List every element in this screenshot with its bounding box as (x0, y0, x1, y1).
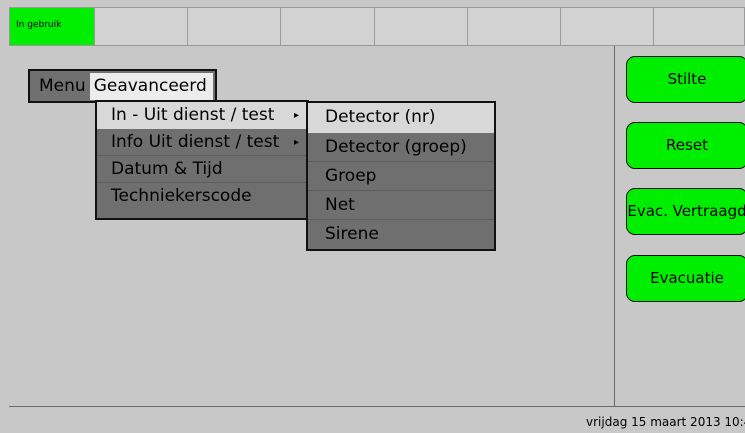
advanced-dropdown: In - Uit dienst / test ▸ Info Uit dienst… (95, 100, 309, 220)
menu-item-label: Info Uit dienst / test (111, 132, 280, 152)
tab-empty-2[interactable] (188, 7, 281, 46)
menu-item-label: Techniekerscode (111, 186, 252, 206)
evac-vertraagd-button[interactable]: Evac. Vertraagd (626, 188, 745, 235)
submenu-item-sirene[interactable]: Sirene (308, 220, 494, 249)
tab-empty-3[interactable] (281, 7, 375, 46)
reset-button[interactable]: Reset (626, 122, 745, 169)
menu-item-label: In - Uit dienst / test (111, 105, 275, 125)
menu-button[interactable]: Menu (30, 76, 90, 96)
tab-bar: In gebruik (9, 7, 745, 46)
submenu-arrow-icon: ▸ (293, 137, 299, 148)
submenu-item-detector-groep[interactable]: Detector (groep) (308, 133, 494, 162)
main-panel: Menu Geavanceerd In - Uit dienst / test … (9, 46, 615, 406)
menu-item-label: Datum & Tijd (111, 159, 223, 179)
datetime-display: vrijdag 15 maart 2013 10:46 (586, 415, 745, 429)
action-panel: Stilte Reset Evac. Vertraagd Evacuatie (615, 46, 745, 406)
menu-bar: Menu Geavanceerd (28, 69, 217, 103)
tab-empty-5[interactable] (468, 7, 561, 46)
menu-item-info-uit-dienst-test[interactable]: Info Uit dienst / test ▸ (97, 129, 307, 156)
submenu-item-groep[interactable]: Groep (308, 162, 494, 191)
menu-item-in-uit-dienst-test[interactable]: In - Uit dienst / test ▸ (97, 102, 307, 129)
tab-empty-6[interactable] (561, 7, 654, 46)
menu-item-geavanceerd[interactable]: Geavanceerd (89, 72, 213, 100)
menu-item-techniekerscode[interactable]: Techniekerscode (97, 183, 307, 210)
submenu-item-detector-nr[interactable]: Detector (nr) (308, 103, 494, 133)
in-uit-dienst-submenu: Detector (nr) Detector (groep) Groep Net… (306, 101, 496, 251)
status-bar: vrijdag 15 maart 2013 10:46 (9, 406, 745, 433)
tab-empty-1[interactable] (95, 7, 188, 46)
evacuatie-button[interactable]: Evacuatie (626, 255, 745, 302)
menu-item-datum-tijd[interactable]: Datum & Tijd (97, 156, 307, 183)
submenu-arrow-icon: ▸ (293, 110, 299, 121)
submenu-item-net[interactable]: Net (308, 191, 494, 220)
tab-in-gebruik[interactable]: In gebruik (9, 7, 95, 46)
tab-empty-7[interactable] (654, 7, 745, 46)
stilte-button[interactable]: Stilte (626, 56, 745, 103)
tab-empty-4[interactable] (375, 7, 468, 46)
